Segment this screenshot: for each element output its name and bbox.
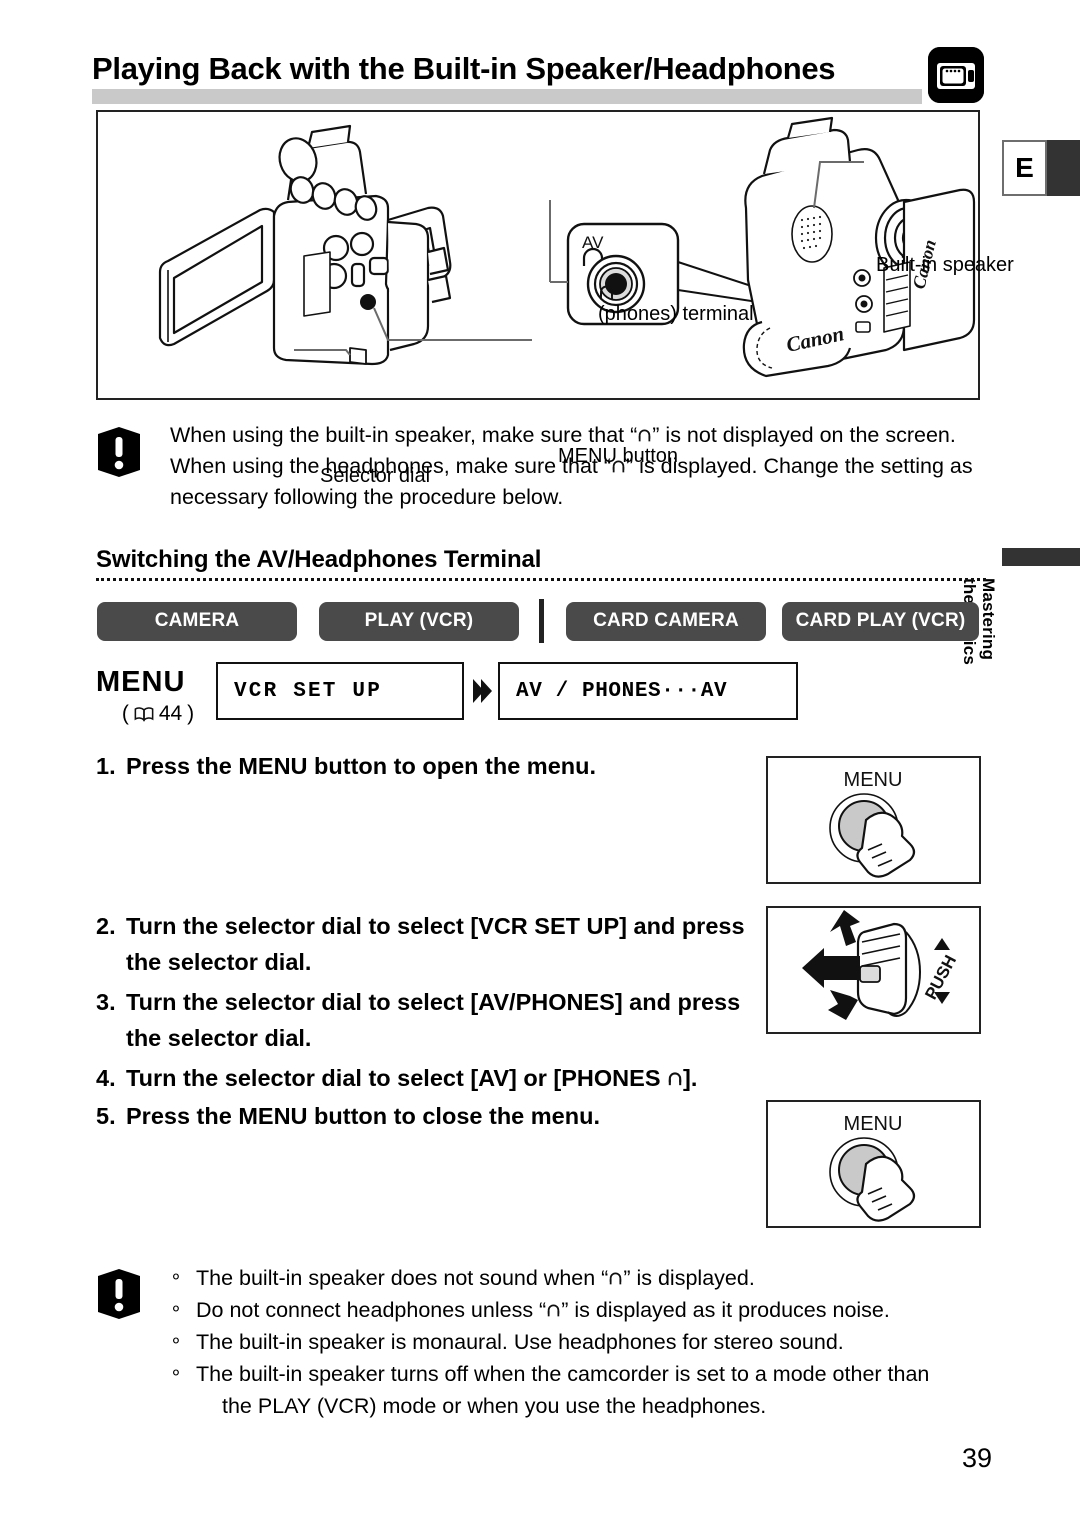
headphones-icon: [547, 1304, 560, 1317]
menu-item-vcr-set-up: VCR SET UP: [216, 662, 464, 720]
bullet-1-part1: The built-in speaker does not sound when…: [196, 1266, 609, 1290]
bullet-2-part1: Do not connect headphones unless “: [196, 1298, 547, 1322]
caution-bullet-4-line2: the PLAY (VCR) mode or when you use the …: [222, 1394, 767, 1418]
illustration-selector-dial: PUSH: [766, 906, 981, 1034]
step-3: 3. Turn the selector dial to select [AV/…: [96, 984, 746, 1056]
bullet-marker: ∘: [170, 1363, 182, 1384]
caution-bullet-4-text: The built-in speaker turns off when the …: [196, 1358, 929, 1422]
headphones-icon: [610, 1272, 622, 1285]
title-underline-bar: [92, 89, 922, 104]
bullet-marker: ∘: [170, 1267, 182, 1288]
step-3-text: Turn the selector dial to select [AV/PHO…: [126, 989, 741, 1051]
section-divider: [96, 578, 986, 581]
caution-bottom-list: ∘ The built-in speaker does not sound wh…: [170, 1262, 929, 1422]
language-tab: E: [1002, 140, 1080, 196]
caution-note-top: When using the built-in speaker, make su…: [96, 420, 996, 513]
manual-page: Playing Back with the Built-in Speaker/H…: [0, 0, 1080, 1534]
menu-word: MENU: [96, 666, 186, 698]
side-tab-block: [1002, 548, 1080, 566]
illustration-menu-button-press: MENU: [766, 756, 981, 884]
svg-text:MENU: MENU: [844, 1113, 903, 1135]
double-chevron-right-icon: [464, 662, 498, 720]
paren-close: ): [187, 702, 195, 725]
bullet-2-part2: ” is displayed as it produces noise.: [561, 1298, 890, 1322]
language-tab-letter: E: [1002, 140, 1047, 196]
callout-phones-terminal: (phones) terminal: [598, 284, 754, 326]
section-heading: Switching the AV/Headphones Terminal: [96, 546, 542, 573]
caution-bullet-4: ∘ The built-in speaker turns off when th…: [170, 1358, 929, 1422]
step-1-text: Press the MENU button to open the menu.: [126, 753, 597, 779]
step-2-text: Turn the selector dial to select [VCR SE…: [126, 913, 745, 975]
exclamation-warning-icon: [98, 427, 140, 477]
mode-badge-card-play-vcr: CARD PLAY (VCR): [782, 601, 979, 641]
step-1-number: 1.: [96, 753, 116, 779]
menu-page-number: 44: [158, 702, 183, 725]
headphones-icon: [612, 460, 625, 473]
menu-path-row: MENU ( 44 ) VCR SET UP AV / PHONES···AV: [96, 662, 798, 726]
caution-note-top-text: When using the built-in speaker, make su…: [170, 420, 996, 513]
step-4-number: 4.: [96, 1065, 116, 1091]
step-5: 5. Press the MENU button to close the me…: [96, 1098, 600, 1134]
mode-badge-row: CAMERA PLAY (VCR) CARD CAMERA CARD PLAY …: [97, 599, 979, 643]
step-1: 1. Press the MENU button to open the men…: [96, 748, 596, 784]
page-number: 39: [962, 1443, 993, 1473]
step-5-number: 5.: [96, 1103, 116, 1129]
caution-bullet-1: ∘ The built-in speaker does not sound wh…: [170, 1262, 929, 1294]
step-3-number: 3.: [96, 989, 116, 1015]
headphones-icon: [600, 285, 613, 299]
page-title: Playing Back with the Built-in Speaker/H…: [92, 51, 836, 86]
language-tab-black-block: [1047, 140, 1080, 196]
caution-bullet-3: ∘ The built-in speaker is monaural. Use …: [170, 1326, 929, 1358]
menu-path-label: MENU ( 44 ): [96, 662, 216, 726]
svg-text:MENU: MENU: [844, 769, 903, 791]
caution-bullet-3-text: The built-in speaker is monaural. Use he…: [196, 1330, 844, 1354]
caution-bullet-4-line1: The built-in speaker turns off when the …: [196, 1362, 930, 1386]
bullet-marker: ∘: [170, 1299, 182, 1320]
paren-open: (: [121, 702, 129, 725]
mode-badge-separator: [539, 599, 544, 643]
step-4-part2: ].: [683, 1065, 698, 1091]
camcorder-illustration: AV Canon Canon Built-in speaker (phones)…: [96, 110, 1014, 487]
svg-text:PUSH: PUSH: [921, 952, 960, 1003]
mode-badge-card-camera: CARD CAMERA: [566, 601, 766, 641]
callout-phones-terminal-text: (phones) terminal: [598, 303, 754, 325]
bullet-1-part2: ” is displayed.: [623, 1266, 755, 1290]
camcorder-tape-icon: [928, 47, 984, 103]
caution-note-bottom: ∘ The built-in speaker does not sound wh…: [96, 1262, 996, 1422]
step-4-part1: Turn the selector dial to select [AV] or…: [126, 1065, 668, 1091]
menu-item-av-phones: AV / PHONES···AV: [498, 662, 798, 720]
open-book-icon: [134, 707, 154, 722]
exclamation-warning-icon: [98, 1269, 140, 1319]
illustration-menu-button-press-close: MENU: [766, 1100, 981, 1228]
step-2: 2. Turn the selector dial to select [VCR…: [96, 908, 746, 980]
caution-bullet-2-text: Do not connect headphones unless “ ” is d…: [196, 1294, 929, 1326]
step-2-number: 2.: [96, 913, 116, 939]
bullet-marker: ∘: [170, 1331, 182, 1352]
headphones-icon: [668, 1072, 682, 1086]
callout-built-in-speaker: Built-in speaker: [876, 254, 1014, 276]
mode-badge-camera: CAMERA: [97, 601, 297, 641]
step-5-text: Press the MENU button to close the menu.: [126, 1103, 600, 1129]
page-header: Playing Back with the Built-in Speaker/H…: [92, 48, 922, 106]
mode-badge-play-vcr: PLAY (VCR): [319, 601, 519, 641]
menu-page-reference: ( 44 ): [96, 702, 216, 726]
caution-bullet-1-text: The built-in speaker does not sound when…: [196, 1262, 929, 1294]
step-4-text: Turn the selector dial to select [AV] or…: [126, 1060, 697, 1096]
step-4: 4. Turn the selector dial to select [AV]…: [96, 1060, 697, 1096]
caution-bullet-2: ∘ Do not connect headphones unless “ ” is…: [170, 1294, 929, 1326]
caution-top-part1: When using the built-in speaker, make su…: [170, 423, 638, 447]
headphones-icon: [639, 429, 651, 442]
